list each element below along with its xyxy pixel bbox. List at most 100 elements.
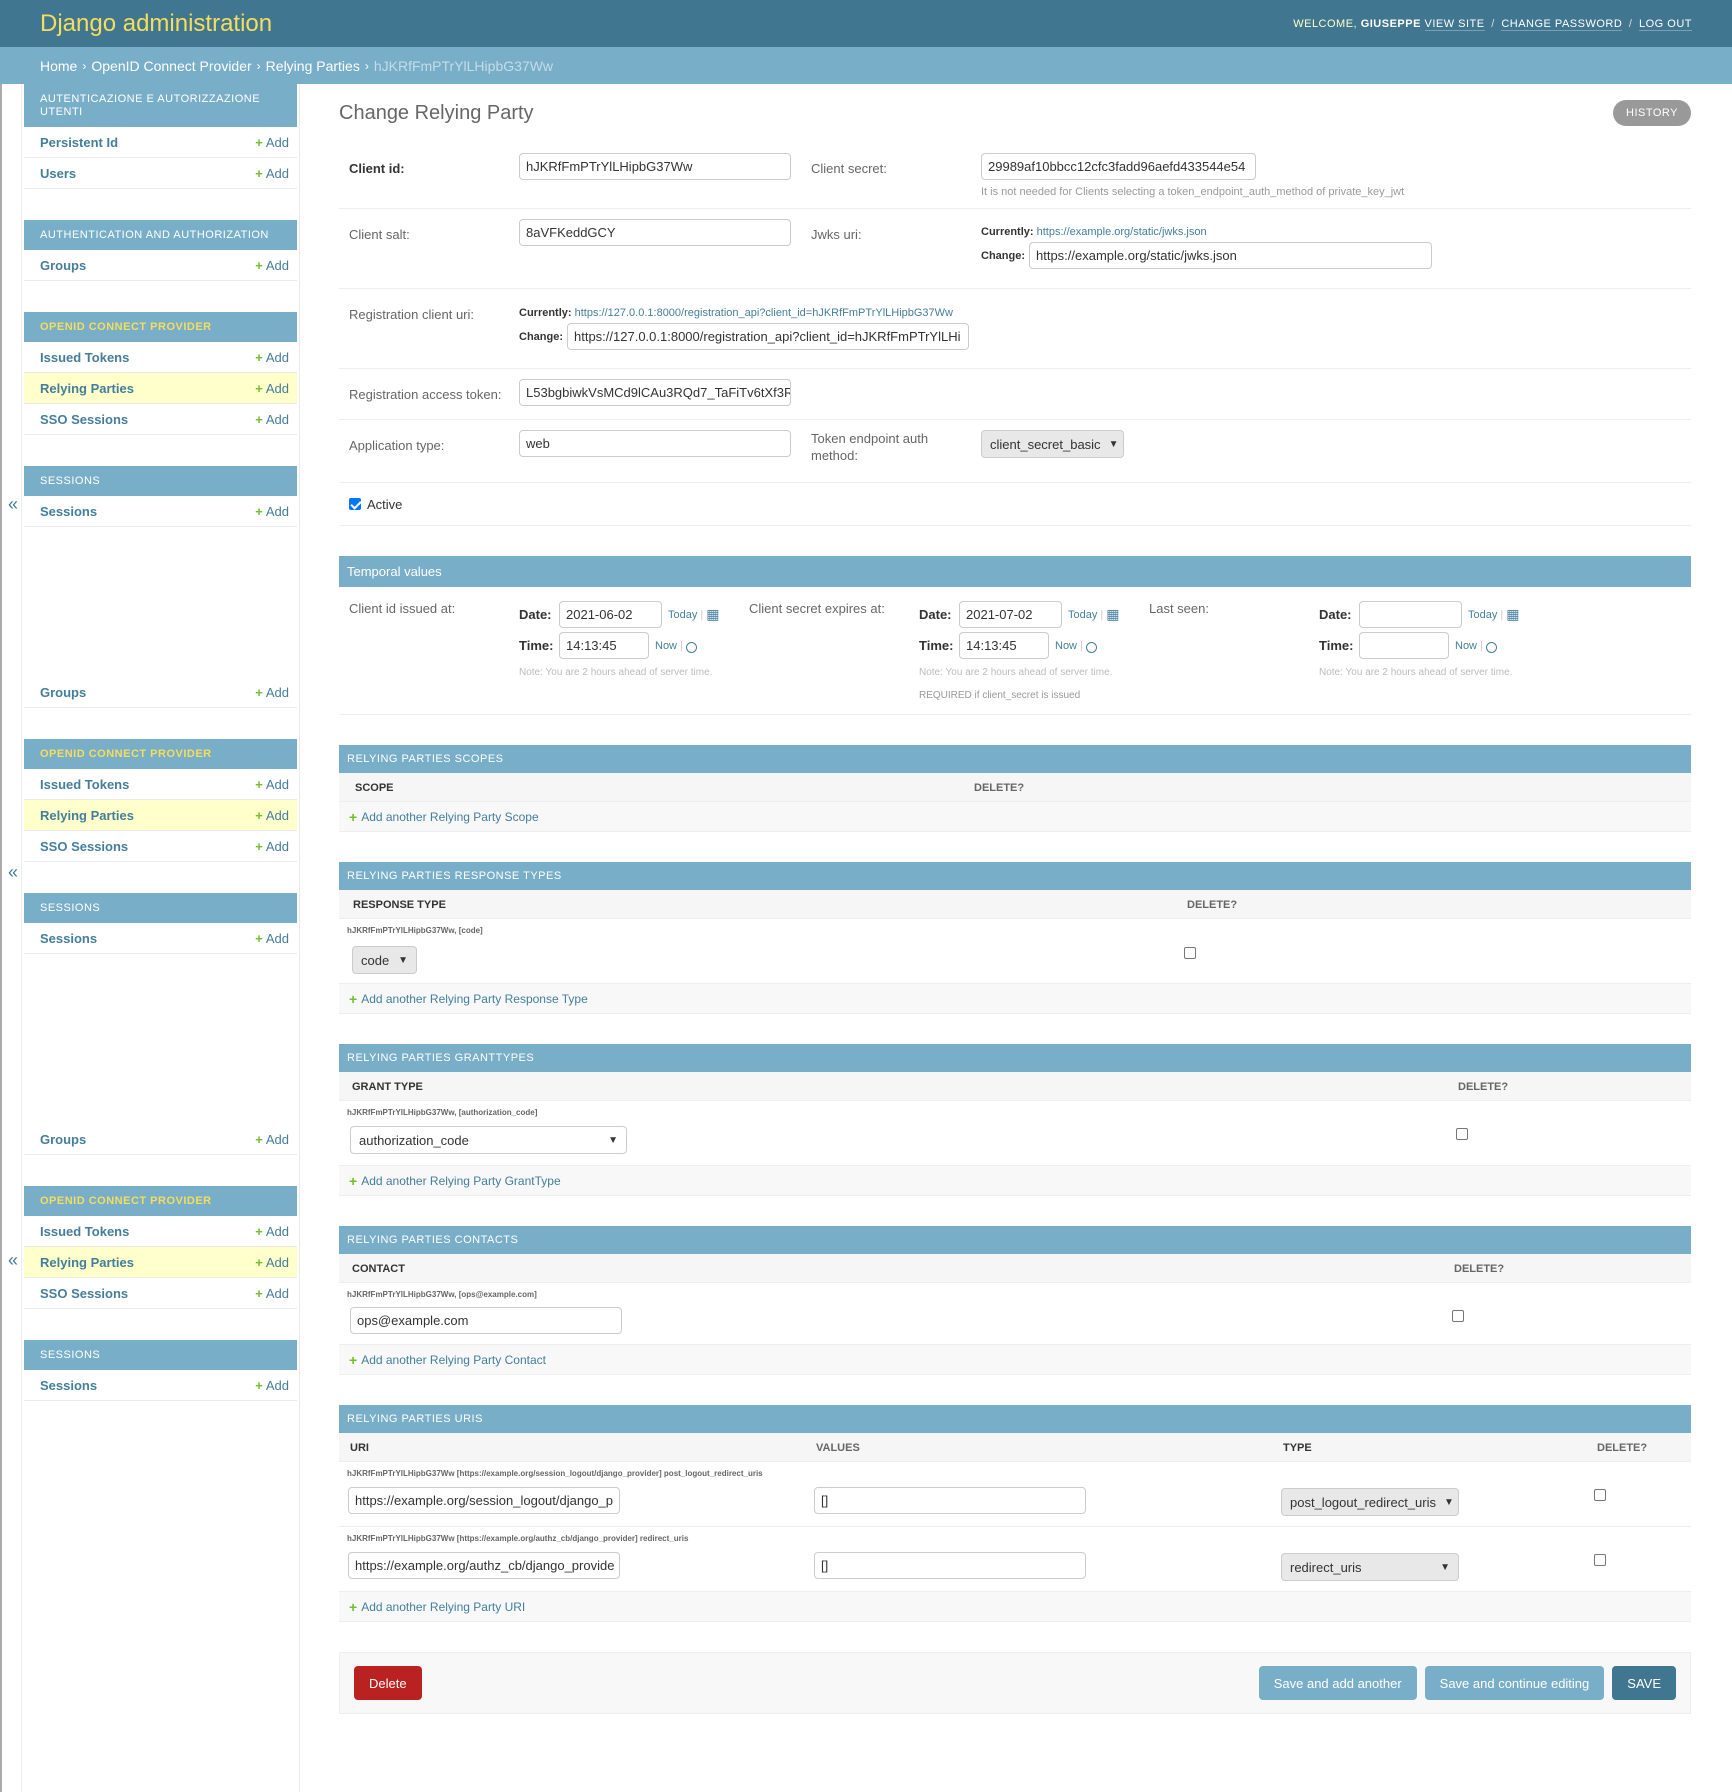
uri-values-input[interactable]: [] [814,1487,1086,1514]
application-type-input[interactable]: web [519,430,791,457]
sidebar-item-label[interactable]: Groups [40,1132,86,1147]
client-salt-input[interactable]: 8aVFKeddGCY [519,219,791,246]
sidebar-item-label[interactable]: Issued Tokens [40,1224,129,1239]
uri-type-select[interactable]: post_logout_redirect_uris ▼ [1281,1488,1459,1516]
sidebar-item-label[interactable]: Sessions [40,504,97,519]
history-button[interactable]: HISTORY [1613,100,1691,126]
view-site-link[interactable]: VIEW SITE [1424,17,1485,31]
uri-type-select[interactable]: redirect_uris ▼ [1281,1553,1459,1581]
module-caption[interactable]: AUTHENTICATION AND AUTHORIZATION [24,220,297,250]
sidebar-item-label[interactable]: Relying Parties [40,1255,134,1270]
delete-checkbox[interactable] [1594,1554,1606,1566]
today-link[interactable]: Today [1468,609,1497,621]
sidebar-item-label[interactable]: Relying Parties [40,808,134,823]
sidebar-item-label[interactable]: SSO Sessions [40,412,128,427]
module-caption[interactable]: OPENID CONNECT PROVIDER [24,739,297,769]
uri-input[interactable]: https://example.org/authz_cb/django_prov… [348,1552,620,1579]
sidebar-item-label[interactable]: Sessions [40,1378,97,1393]
logout-link[interactable]: LOG OUT [1638,17,1692,31]
add-link[interactable]: + Add [255,808,289,823]
sidebar-item-label[interactable]: Users [40,166,76,181]
sidebar-item-label[interactable]: Relying Parties [40,381,134,396]
add-link[interactable]: + Add [255,258,289,273]
add-link[interactable]: + Add [255,931,289,946]
breadcrumb-home[interactable]: Home [40,58,77,74]
site-branding[interactable]: Django administration [40,10,272,38]
delete-checkbox[interactable] [1456,1128,1468,1140]
add-link[interactable]: + Add [255,685,289,700]
today-link[interactable]: Today [668,609,697,621]
last-seen-date-input[interactable] [1359,601,1462,628]
delete-checkbox[interactable] [1594,1489,1606,1501]
add-link[interactable]: + Add [255,504,289,519]
calendar-icon[interactable]: ▦ [706,606,719,623]
clock-icon[interactable] [685,642,697,653]
add-contact-link[interactable]: Add another Relying Party Contact [361,1353,546,1367]
sidebar-item-label[interactable]: SSO Sessions [40,839,128,854]
sidebar-toggle-rail[interactable]: « « « [0,84,22,1792]
now-link[interactable]: Now [1055,640,1077,652]
sidebar-toggle-icon[interactable]: « [8,494,18,515]
active-checkbox[interactable] [349,498,361,510]
sidebar-item-label[interactable]: Sessions [40,931,97,946]
add-link[interactable]: + Add [255,412,289,427]
sidebar-toggle-icon[interactable]: « [8,1250,18,1271]
calendar-icon[interactable]: ▦ [1506,606,1519,623]
last-seen-time-input[interactable] [1359,632,1449,659]
today-link[interactable]: Today [1068,609,1097,621]
module-caption[interactable]: SESSIONS [24,466,297,496]
token-endpoint-auth-method-select[interactable]: client_secret_basic ▼ [981,430,1124,458]
sidebar-item-label[interactable]: Groups [40,685,86,700]
add-link[interactable]: + Add [255,135,289,150]
sidebar-item-label[interactable]: Groups [40,258,86,273]
grant-type-select[interactable]: authorization_code ▼ [350,1126,627,1154]
now-link[interactable]: Now [1455,640,1477,652]
add-link[interactable]: + Add [255,1224,289,1239]
client-secret-expires-date-input[interactable]: 2021-07-02 [959,601,1062,628]
add-link[interactable]: + Add [255,166,289,181]
registration-client-uri-input[interactable]: https://127.0.0.1:8000/registration_api?… [567,323,969,350]
client-id-input[interactable]: hJKRfFmPTrYlLHipbG37Ww [519,153,791,180]
add-link[interactable]: + Add [255,1255,289,1270]
save-and-add-another-button[interactable]: Save and add another [1258,1666,1417,1700]
delete-checkbox[interactable] [1184,947,1196,959]
clock-icon[interactable] [1085,642,1097,653]
change-password-link[interactable]: CHANGE PASSWORD [1501,17,1623,31]
sidebar-item-label[interactable]: SSO Sessions [40,1286,128,1301]
module-caption[interactable]: OPENID CONNECT PROVIDER [24,312,297,342]
add-scope-link[interactable]: Add another Relying Party Scope [361,810,538,824]
add-link[interactable]: + Add [255,1378,289,1393]
add-link[interactable]: + Add [255,350,289,365]
client-secret-input[interactable]: 29989af10bbcc12cfc3fadd96aefd433544e54 [981,153,1256,180]
sidebar-item-label[interactable]: Issued Tokens [40,777,129,792]
add-link[interactable]: + Add [255,381,289,396]
client-secret-expires-time-input[interactable]: 14:13:45 [959,632,1049,659]
uri-values-input[interactable]: [] [814,1552,1086,1579]
registration-client-uri-link[interactable]: https://127.0.0.1:8000/registration_api?… [575,307,953,319]
breadcrumb-app[interactable]: OpenID Connect Provider [91,58,251,74]
registration-access-token-input[interactable]: L53bgbiwkVsMCd9lCAu3RQd7_TaFiTv6tXf3R [519,379,791,406]
module-caption[interactable]: SESSIONS [24,893,297,923]
sidebar-item-label[interactable]: Issued Tokens [40,350,129,365]
add-grant-type-link[interactable]: Add another Relying Party GrantType [361,1174,560,1188]
jwks-uri-input[interactable]: https://example.org/static/jwks.json [1029,242,1432,269]
save-and-continue-button[interactable]: Save and continue editing [1424,1666,1605,1700]
add-link[interactable]: + Add [255,777,289,792]
save-button[interactable]: SAVE [1612,1666,1676,1700]
module-caption[interactable]: OPENID CONNECT PROVIDER [24,1186,297,1216]
calendar-icon[interactable]: ▦ [1106,606,1119,623]
add-uri-link[interactable]: Add another Relying Party URI [361,1600,525,1614]
response-type-select[interactable]: code ▼ [352,946,417,974]
add-link[interactable]: + Add [255,839,289,854]
clock-icon[interactable] [1485,642,1497,653]
breadcrumb-model[interactable]: Relying Parties [266,58,360,74]
add-link[interactable]: + Add [255,1286,289,1301]
client-id-issued-time-input[interactable]: 14:13:45 [559,632,649,659]
now-link[interactable]: Now [655,640,677,652]
uri-input[interactable]: https://example.org/session_logout/djang… [348,1487,620,1514]
client-id-issued-date-input[interactable]: 2021-06-02 [559,601,662,628]
module-caption[interactable]: SESSIONS [24,1340,297,1370]
sidebar-item-label[interactable]: Persistent Id [40,135,118,150]
sidebar-toggle-icon[interactable]: « [8,862,18,883]
delete-checkbox[interactable] [1452,1310,1464,1322]
